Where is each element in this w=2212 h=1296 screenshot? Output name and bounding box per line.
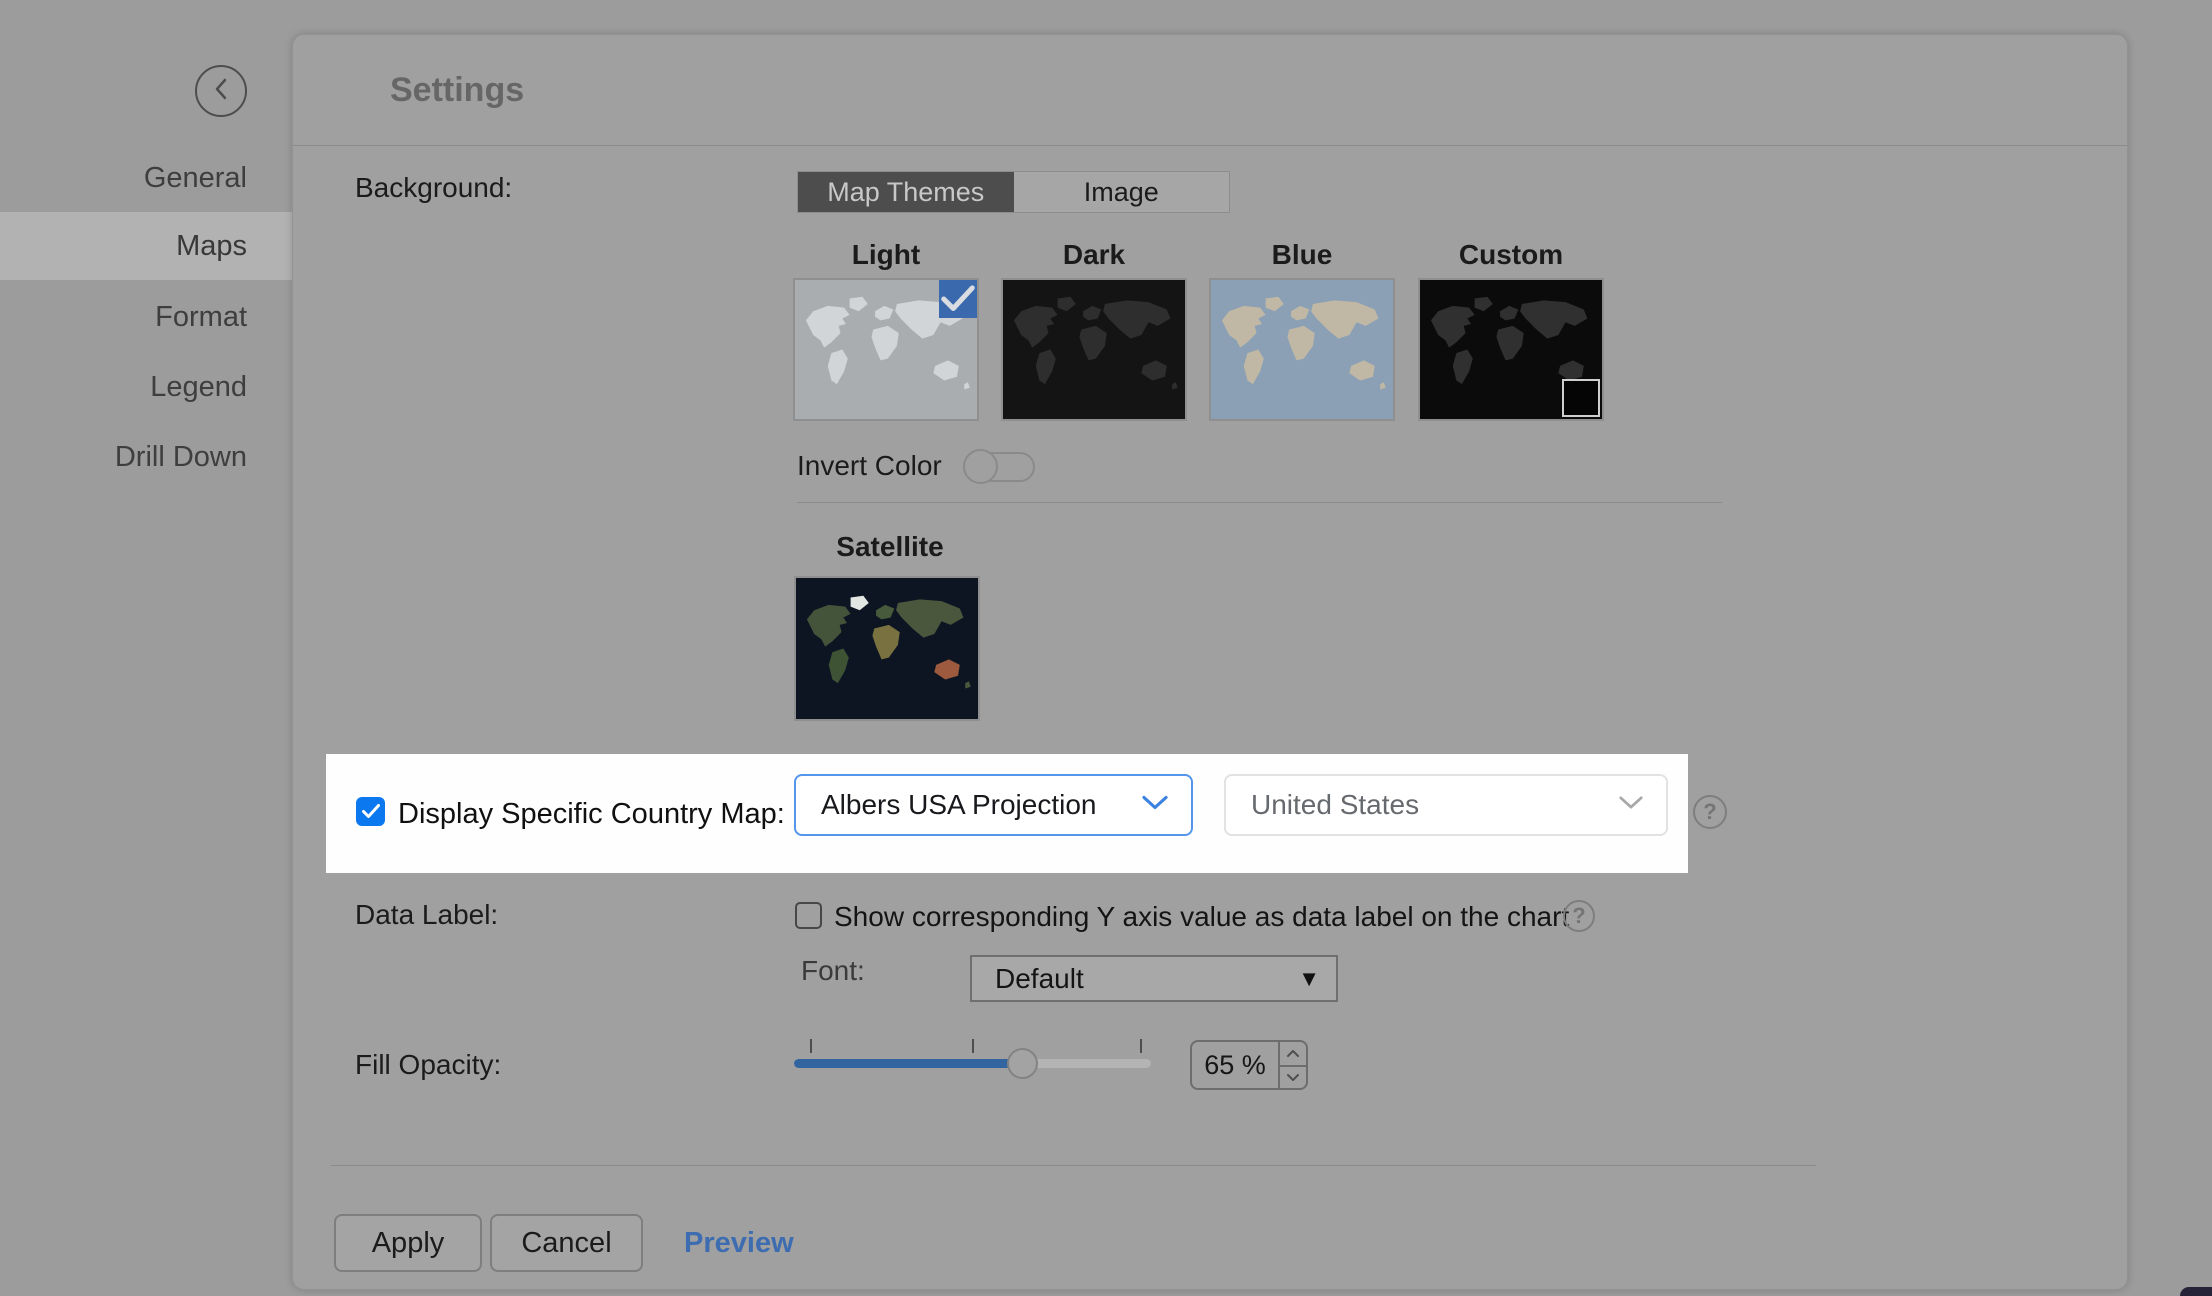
sidebar: General Maps Format Legend Drill Down xyxy=(0,0,292,1296)
slider-track[interactable] xyxy=(794,1059,1151,1068)
preview-link[interactable]: Preview xyxy=(684,1225,794,1261)
invert-color-label: Invert Color xyxy=(797,448,942,484)
satellite-label: Satellite xyxy=(797,529,983,565)
settings-screen: General Maps Format Legend Drill Down Se… xyxy=(0,0,2212,1296)
check-icon xyxy=(939,280,977,318)
help-icon[interactable]: ? xyxy=(1563,900,1595,932)
sidebar-item-drilldown[interactable]: Drill Down xyxy=(0,439,292,475)
theme-thumb-light[interactable] xyxy=(793,278,979,421)
footer-divider xyxy=(331,1165,1816,1166)
spinner-down-button[interactable] xyxy=(1280,1065,1306,1088)
fill-opacity-spinner: 65 % xyxy=(1190,1040,1308,1090)
sidebar-item-general[interactable]: General xyxy=(0,160,292,196)
select-arrow-icon: ▼ xyxy=(1298,966,1320,992)
theme-thumb-satellite[interactable] xyxy=(794,576,980,721)
data-label-label: Data Label: xyxy=(355,897,498,933)
background-label: Background: xyxy=(355,170,512,206)
tab-map-themes[interactable]: Map Themes xyxy=(798,172,1014,212)
background-app-corner xyxy=(2180,1287,2212,1296)
projection-value: Albers USA Projection xyxy=(796,789,1096,821)
settings-panel: Settings Background: Map Themes Image Li… xyxy=(292,34,2128,1290)
theme-label-light: Light xyxy=(793,239,979,271)
check-icon xyxy=(361,803,381,820)
opacity-slider-knob[interactable] xyxy=(1007,1048,1038,1079)
opacity-slider-fill xyxy=(794,1059,1022,1068)
background-tabs: Map Themes Image xyxy=(797,171,1230,213)
cancel-button[interactable]: Cancel xyxy=(490,1214,643,1272)
theme-thumb-blue[interactable] xyxy=(1209,278,1395,421)
country-value: United States xyxy=(1226,789,1419,821)
custom-color-swatch[interactable] xyxy=(1562,379,1600,417)
theme-label-dark: Dark xyxy=(1001,239,1187,271)
theme-label-custom: Custom xyxy=(1418,239,1604,271)
fill-opacity-value[interactable]: 65 % xyxy=(1192,1042,1278,1088)
sidebar-item-maps[interactable]: Maps xyxy=(0,212,292,280)
fill-opacity-label: Fill Opacity: xyxy=(355,1047,501,1083)
slider-tick xyxy=(1140,1039,1142,1053)
sidebar-item-legend[interactable]: Legend xyxy=(0,369,292,405)
help-icon[interactable]: ? xyxy=(1693,795,1727,829)
toggle-knob xyxy=(963,449,998,484)
projection-dropdown[interactable]: Albers USA Projection xyxy=(794,774,1193,836)
chevron-left-icon xyxy=(213,77,229,106)
country-map-highlight-row: Display Specific Country Map: Albers USA… xyxy=(326,754,1688,873)
spinner-arrows xyxy=(1278,1042,1306,1088)
back-button[interactable] xyxy=(195,65,247,117)
section-divider xyxy=(797,502,1722,503)
fill-opacity-slider[interactable] xyxy=(794,1031,1151,1079)
slider-tick xyxy=(810,1039,812,1053)
chevron-down-icon xyxy=(1141,795,1169,816)
theme-thumb-custom[interactable] xyxy=(1418,278,1604,421)
country-dropdown[interactable]: United States xyxy=(1224,774,1668,836)
show-y-axis-checkbox[interactable] xyxy=(795,902,822,929)
theme-thumb-dark[interactable] xyxy=(1001,278,1187,421)
spinner-up-button[interactable] xyxy=(1280,1042,1306,1065)
page-title: Settings xyxy=(390,35,524,146)
invert-color-toggle[interactable] xyxy=(963,452,1035,482)
tab-image[interactable]: Image xyxy=(1014,172,1230,212)
theme-selected-flag xyxy=(939,280,977,318)
display-country-map-label: Display Specific Country Map: xyxy=(398,795,785,833)
font-value: Default xyxy=(972,963,1084,995)
chevron-up-icon xyxy=(1286,1049,1300,1058)
chevron-down-icon xyxy=(1618,795,1644,815)
font-label: Font: xyxy=(801,953,865,989)
chevron-down-icon xyxy=(1286,1073,1300,1082)
apply-button[interactable]: Apply xyxy=(334,1214,482,1272)
display-country-map-checkbox[interactable] xyxy=(356,797,385,826)
panel-header: Settings xyxy=(293,35,2127,146)
sidebar-item-format[interactable]: Format xyxy=(0,299,292,335)
theme-label-blue: Blue xyxy=(1209,239,1395,271)
font-select[interactable]: Default ▼ xyxy=(970,955,1338,1002)
show-y-axis-label: Show corresponding Y axis value as data … xyxy=(834,899,1569,935)
slider-tick xyxy=(972,1039,974,1053)
